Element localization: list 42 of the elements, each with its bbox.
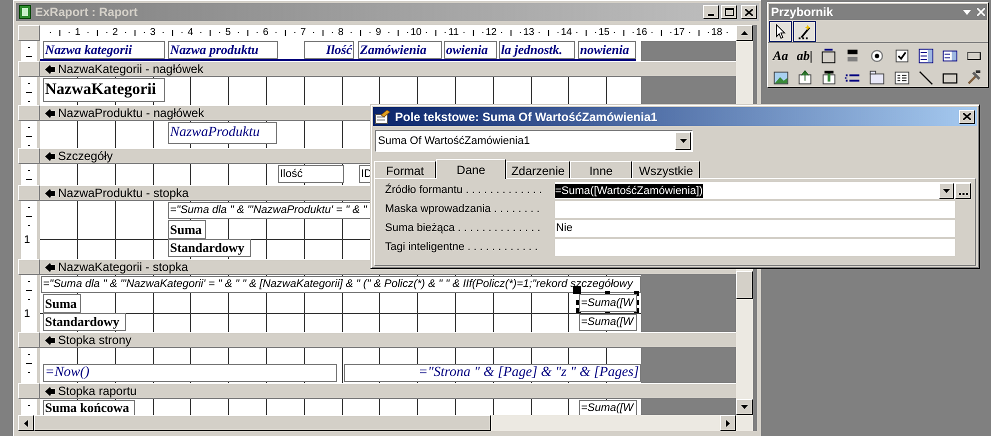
ruler-number: 5 (224, 26, 232, 40)
ruler-number: 2 (111, 26, 119, 40)
ruler-number: 11 (447, 26, 460, 40)
column-heading-label: Zamówienia (358, 41, 442, 59)
ruler-number: 9 (374, 26, 382, 40)
ruler-number: 17 (672, 26, 686, 40)
ruler-number: 12 (484, 26, 498, 40)
ruler-number: 10 (409, 26, 423, 40)
property-label: Tagi inteligentne . . . . . . . . . . . . (385, 240, 539, 256)
ruler-number: 1 (74, 26, 82, 40)
section-title: NazwaKategorii - stopka (58, 260, 188, 274)
column-heading-label: la jednostk. (499, 41, 575, 59)
section-title: NazwaProduktu - stopka (58, 186, 189, 200)
section-title: Stopka raportu (58, 384, 137, 398)
ruler-number: 3 (149, 26, 157, 40)
column-heading-label: owienia (444, 41, 497, 59)
ruler-number: 1 (24, 308, 30, 320)
column-heading-label: Ilość (304, 41, 354, 59)
ruler-number: 7 (299, 26, 307, 40)
ruler-number: 18 (710, 26, 724, 40)
ruler-number: 8 (337, 26, 345, 40)
ruler-number: 4 (186, 26, 194, 40)
section-title: Szczegóły (58, 149, 113, 163)
ruler-number: 16 (635, 26, 648, 40)
ruler-number: 13 (522, 26, 536, 40)
section-title: Stopka strony (58, 333, 132, 347)
ruler-number: 15 (597, 26, 611, 40)
property-value: =Suma([WartośćZamówienia]) (555, 184, 703, 198)
section-title: NazwaKategorii - nagłówek (58, 62, 204, 76)
property-value: Nie (555, 221, 573, 236)
window-title: ExRaport : Raport (35, 4, 138, 21)
combo-value: Suma Of WartośćZamówienia1 (377, 134, 530, 149)
toolbox-title: Przybornik (771, 4, 834, 21)
column-heading-label: Nazwa produktu (168, 41, 278, 59)
ruler-number: 1 (24, 234, 30, 246)
section-title: NazwaProduktu - nagłówek (58, 106, 204, 120)
property-label: Źródło formantu . . . . . . . . . . . . . (385, 182, 544, 198)
ruler-number: 14 (560, 26, 573, 40)
column-heading-label: nowienia (578, 41, 636, 59)
ruler-number: 6 (262, 26, 270, 40)
column-heading-label: Nazwa kategorii (43, 41, 165, 59)
property-label: Suma bieżąca . . . . . . . . . . . . . . (385, 221, 542, 236)
